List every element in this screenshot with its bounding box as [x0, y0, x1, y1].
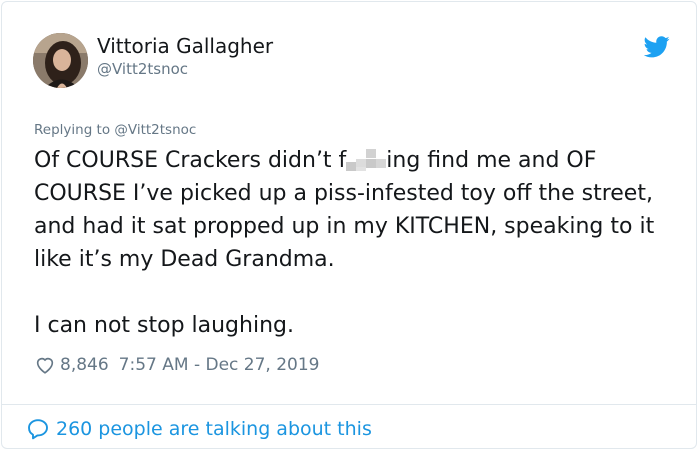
- tweet-text-before-censor: Of COURSE Crackers didn’t f: [34, 148, 347, 173]
- avatar-image: [33, 33, 88, 88]
- tweet-paragraph-1: Of COURSE Crackers didn’t f ing find me a…: [34, 144, 670, 276]
- conversation-text[interactable]: 260 people are talking about this: [56, 418, 372, 440]
- author-name[interactable]: Vittoria Gallagher: [97, 34, 273, 58]
- tweet-meta: 8,846 7:57 AM - Dec 27, 2019: [34, 353, 320, 377]
- timestamp[interactable]: 7:57 AM - Dec 27, 2019: [119, 355, 320, 375]
- speech-bubble-icon: [28, 419, 48, 440]
- tweet-paragraph-2: I can not stop laughing.: [34, 313, 294, 338]
- divider: [2, 404, 696, 405]
- replying-to[interactable]: Replying to @Vitt2tsnoc: [34, 122, 196, 138]
- avatar[interactable]: [33, 33, 88, 88]
- twitter-bird-icon[interactable]: [644, 36, 670, 58]
- author-handle[interactable]: @Vitt2tsnoc: [97, 60, 188, 78]
- tweet-card: Vittoria Gallagher @Vitt2tsnoc Replying …: [1, 1, 697, 449]
- conversation-link[interactable]: 260 people are talking about this: [26, 415, 372, 443]
- censored-pixelation: [346, 149, 387, 171]
- tweet-text: Of COURSE Crackers didn’t f ing find me a…: [34, 144, 670, 342]
- heart-icon[interactable]: [34, 354, 56, 376]
- like-count[interactable]: 8,846: [60, 355, 109, 375]
